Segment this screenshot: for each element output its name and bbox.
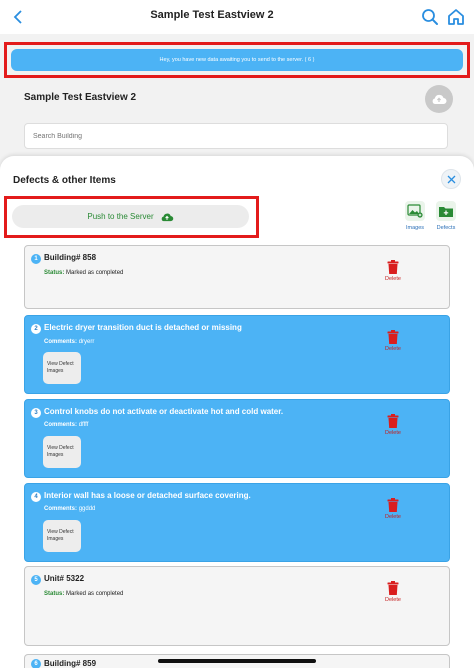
status-value: Marked as completed [66, 270, 124, 276]
cloud-upload-icon [432, 94, 447, 104]
item-status: Status: Marked as completed [44, 591, 123, 597]
delete-label: Delete [385, 346, 401, 352]
item-title: Building# 858 [44, 253, 97, 262]
close-icon [447, 175, 455, 183]
pending-data-banner[interactable]: Hey, you have new data awaiting you to s… [11, 49, 463, 71]
item-status: Status: Marked as completed [44, 270, 123, 276]
item-title: Unit# 5322 [44, 574, 85, 583]
home-icon [448, 9, 464, 25]
list-item[interactable]: 4 Interior wall has a loose or detached … [24, 483, 450, 562]
trash-icon [387, 581, 399, 595]
delete-button[interactable]: Delete [382, 414, 404, 436]
item-comments: Comments: ggddd [44, 506, 95, 512]
item-title: Building# 859 [44, 659, 97, 668]
project-name: Sample Test Eastview 2 [24, 92, 137, 103]
view-defect-images-button[interactable]: View Defect Images [43, 352, 81, 384]
view-defect-images-button[interactable]: View Defect Images [43, 436, 81, 468]
delete-label: Delete [385, 276, 401, 282]
item-number: 6 [31, 659, 41, 668]
search-building-input[interactable] [24, 123, 448, 149]
images-button[interactable]: Images [403, 201, 427, 231]
push-label: Push to the Server [87, 212, 154, 221]
comments-key: Comments: [44, 339, 78, 345]
images-icon [405, 201, 425, 221]
delete-label: Delete [385, 430, 401, 436]
item-number: 4 [31, 492, 41, 502]
item-number: 5 [31, 575, 41, 585]
item-title: Electric dryer transition duct is detach… [44, 323, 242, 332]
list-item[interactable]: 1 Building# 858 Status: Marked as comple… [24, 245, 450, 309]
item-number: 2 [31, 324, 41, 334]
view-defect-images-button[interactable]: View Defect Images [43, 520, 81, 552]
trash-icon [387, 414, 399, 428]
page-title: Sample Test Eastview 2 [150, 9, 274, 21]
item-comments: Comments: dryerr [44, 339, 94, 345]
item-number: 1 [31, 254, 41, 264]
delete-label: Delete [385, 597, 401, 603]
trash-icon [387, 498, 399, 512]
item-number: 3 [31, 408, 41, 418]
item-title: Control knobs do not activate or deactiv… [44, 407, 284, 416]
trash-icon [387, 260, 399, 274]
delete-button[interactable]: Delete [382, 581, 404, 603]
home-indicator [158, 659, 316, 663]
top-bar: Sample Test Eastview 2 [0, 0, 474, 34]
defects-label: Defects [436, 225, 456, 231]
comments-value: dffff [78, 422, 89, 428]
status-value: Marked as completed [66, 591, 124, 597]
push-to-server-button[interactable]: Push to the Server [12, 205, 249, 228]
delete-button[interactable]: Delete [382, 260, 404, 282]
comments-key: Comments: [44, 506, 78, 512]
cloud-upload-icon [161, 213, 173, 221]
delete-button[interactable]: Delete [382, 330, 404, 352]
cloud-sync-button[interactable] [425, 85, 453, 113]
list-item[interactable]: 5 Unit# 5322 Status: Marked as completed… [24, 566, 450, 646]
images-label: Images [405, 225, 425, 231]
comments-value: dryerr [78, 339, 95, 345]
item-comments: Comments: dffff [44, 422, 88, 428]
search-icon [422, 9, 438, 25]
folder-add-icon [436, 201, 456, 221]
sheet-title: Defects & other Items [13, 175, 116, 186]
item-title: Interior wall has a loose or detached su… [44, 491, 251, 500]
list-item[interactable]: 2 Electric dryer transition duct is deta… [24, 315, 450, 394]
comments-key: Comments: [44, 422, 78, 428]
list-item[interactable]: 3 Control knobs do not activate or deact… [24, 399, 450, 478]
home-button[interactable] [446, 7, 466, 27]
trash-icon [387, 330, 399, 344]
defects-button[interactable]: Defects [434, 201, 458, 231]
search-button[interactable] [420, 7, 440, 27]
delete-label: Delete [385, 514, 401, 520]
comments-value: ggddd [78, 506, 96, 512]
close-sheet-button[interactable] [441, 169, 461, 189]
delete-button[interactable]: Delete [382, 498, 404, 520]
status-key: Status: [44, 591, 65, 597]
status-key: Status: [44, 270, 65, 276]
